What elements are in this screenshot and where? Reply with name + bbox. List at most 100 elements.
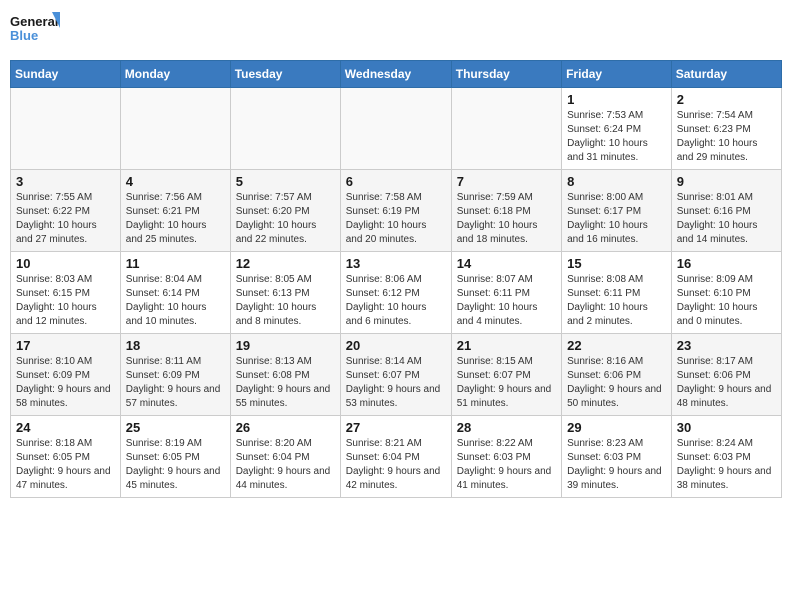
calendar-cell: 24 Sunrise: 8:18 AM Sunset: 6:05 PM Dayli… <box>11 416 121 498</box>
day-info: Sunrise: 8:04 AM Sunset: 6:14 PM Dayligh… <box>126 273 225 329</box>
svg-text:General: General <box>10 14 58 29</box>
day-info: Sunrise: 8:10 AM Sunset: 6:09 PM Dayligh… <box>16 355 115 411</box>
day-number: 21 <box>457 338 556 353</box>
day-number: 29 <box>567 420 666 435</box>
day-info: Sunrise: 8:19 AM Sunset: 6:05 PM Dayligh… <box>126 437 225 493</box>
day-number: 19 <box>236 338 335 353</box>
day-info: Sunrise: 8:21 AM Sunset: 6:04 PM Dayligh… <box>346 437 446 493</box>
day-info: Sunrise: 8:18 AM Sunset: 6:05 PM Dayligh… <box>16 437 115 493</box>
day-number: 12 <box>236 256 335 271</box>
day-info: Sunrise: 8:24 AM Sunset: 6:03 PM Dayligh… <box>677 437 776 493</box>
calendar-cell: 5 Sunrise: 7:57 AM Sunset: 6:20 PM Daylig… <box>230 170 340 252</box>
calendar-cell: 9Sunrise: 8:01 AM Sunset: 6:16 PM Daylig… <box>671 170 781 252</box>
svg-text:Blue: Blue <box>10 28 38 43</box>
day-info: Sunrise: 7:59 AM Sunset: 6:18 PM Dayligh… <box>457 191 556 247</box>
week-row-0: 1 Sunrise: 7:53 AM Sunset: 6:24 PM Daylig… <box>11 88 782 170</box>
day-number: 18 <box>126 338 225 353</box>
day-number: 20 <box>346 338 446 353</box>
day-number: 24 <box>16 420 115 435</box>
week-row-4: 24 Sunrise: 8:18 AM Sunset: 6:05 PM Dayli… <box>11 416 782 498</box>
calendar-cell <box>120 88 230 170</box>
calendar-cell: 1 Sunrise: 7:53 AM Sunset: 6:24 PM Daylig… <box>562 88 672 170</box>
calendar-cell: 12 Sunrise: 8:05 AM Sunset: 6:13 PM Dayli… <box>230 252 340 334</box>
calendar-cell: 27 Sunrise: 8:21 AM Sunset: 6:04 PM Dayli… <box>340 416 451 498</box>
calendar-cell: 22 Sunrise: 8:16 AM Sunset: 6:06 PM Dayli… <box>562 334 672 416</box>
day-number: 22 <box>567 338 666 353</box>
weekday-header-row: SundayMondayTuesdayWednesdayThursdayFrid… <box>11 61 782 88</box>
day-number: 30 <box>677 420 776 435</box>
day-number: 8 <box>567 174 666 189</box>
day-info: Sunrise: 8:23 AM Sunset: 6:03 PM Dayligh… <box>567 437 666 493</box>
day-number: 13 <box>346 256 446 271</box>
logo: General Blue <box>10 10 60 52</box>
weekday-header-sunday: Sunday <box>11 61 121 88</box>
day-info: Sunrise: 8:17 AM Sunset: 6:06 PM Dayligh… <box>677 355 776 411</box>
day-info: Sunrise: 7:54 AM Sunset: 6:23 PM Dayligh… <box>677 109 776 165</box>
week-row-3: 17 Sunrise: 8:10 AM Sunset: 6:09 PM Dayli… <box>11 334 782 416</box>
calendar-cell: 19 Sunrise: 8:13 AM Sunset: 6:08 PM Dayli… <box>230 334 340 416</box>
calendar-cell: 4 Sunrise: 7:56 AM Sunset: 6:21 PM Daylig… <box>120 170 230 252</box>
day-number: 27 <box>346 420 446 435</box>
day-info: Sunrise: 8:07 AM Sunset: 6:11 PM Dayligh… <box>457 273 556 329</box>
week-row-1: 3 Sunrise: 7:55 AM Sunset: 6:22 PM Daylig… <box>11 170 782 252</box>
calendar-cell: 2Sunrise: 7:54 AM Sunset: 6:23 PM Daylig… <box>671 88 781 170</box>
calendar-cell: 8 Sunrise: 8:00 AM Sunset: 6:17 PM Daylig… <box>562 170 672 252</box>
day-info: Sunrise: 8:06 AM Sunset: 6:12 PM Dayligh… <box>346 273 446 329</box>
day-info: Sunrise: 8:16 AM Sunset: 6:06 PM Dayligh… <box>567 355 666 411</box>
day-number: 15 <box>567 256 666 271</box>
weekday-header-friday: Friday <box>562 61 672 88</box>
day-number: 17 <box>16 338 115 353</box>
day-info: Sunrise: 7:55 AM Sunset: 6:22 PM Dayligh… <box>16 191 115 247</box>
day-number: 4 <box>126 174 225 189</box>
calendar-cell: 14Sunrise: 8:07 AM Sunset: 6:11 PM Dayli… <box>451 252 561 334</box>
calendar-cell: 18 Sunrise: 8:11 AM Sunset: 6:09 PM Dayli… <box>120 334 230 416</box>
calendar-cell: 25 Sunrise: 8:19 AM Sunset: 6:05 PM Dayli… <box>120 416 230 498</box>
day-number: 28 <box>457 420 556 435</box>
calendar-cell: 16 Sunrise: 8:09 AM Sunset: 6:10 PM Dayli… <box>671 252 781 334</box>
day-number: 26 <box>236 420 335 435</box>
calendar-cell: 28 Sunrise: 8:22 AM Sunset: 6:03 PM Dayli… <box>451 416 561 498</box>
day-info: Sunrise: 8:09 AM Sunset: 6:10 PM Dayligh… <box>677 273 776 329</box>
day-info: Sunrise: 7:58 AM Sunset: 6:19 PM Dayligh… <box>346 191 446 247</box>
day-number: 25 <box>126 420 225 435</box>
calendar-cell: 29 Sunrise: 8:23 AM Sunset: 6:03 PM Dayli… <box>562 416 672 498</box>
weekday-header-saturday: Saturday <box>671 61 781 88</box>
calendar-cell: 6Sunrise: 7:58 AM Sunset: 6:19 PM Daylig… <box>340 170 451 252</box>
weekday-header-thursday: Thursday <box>451 61 561 88</box>
calendar-cell: 30 Sunrise: 8:24 AM Sunset: 6:03 PM Dayli… <box>671 416 781 498</box>
day-number: 7 <box>457 174 556 189</box>
day-number: 16 <box>677 256 776 271</box>
calendar-cell: 20 Sunrise: 8:14 AM Sunset: 6:07 PM Dayli… <box>340 334 451 416</box>
weekday-header-tuesday: Tuesday <box>230 61 340 88</box>
day-info: Sunrise: 8:20 AM Sunset: 6:04 PM Dayligh… <box>236 437 335 493</box>
day-info: Sunrise: 8:03 AM Sunset: 6:15 PM Dayligh… <box>16 273 115 329</box>
week-row-2: 10Sunrise: 8:03 AM Sunset: 6:15 PM Dayli… <box>11 252 782 334</box>
day-info: Sunrise: 8:00 AM Sunset: 6:17 PM Dayligh… <box>567 191 666 247</box>
day-info: Sunrise: 8:05 AM Sunset: 6:13 PM Dayligh… <box>236 273 335 329</box>
logo-svg: General Blue <box>10 10 60 52</box>
day-number: 5 <box>236 174 335 189</box>
day-info: Sunrise: 8:08 AM Sunset: 6:11 PM Dayligh… <box>567 273 666 329</box>
calendar-cell: 10Sunrise: 8:03 AM Sunset: 6:15 PM Dayli… <box>11 252 121 334</box>
calendar-table: SundayMondayTuesdayWednesdayThursdayFrid… <box>10 60 782 498</box>
day-info: Sunrise: 8:01 AM Sunset: 6:16 PM Dayligh… <box>677 191 776 247</box>
calendar-cell: 3 Sunrise: 7:55 AM Sunset: 6:22 PM Daylig… <box>11 170 121 252</box>
day-number: 3 <box>16 174 115 189</box>
day-info: Sunrise: 7:56 AM Sunset: 6:21 PM Dayligh… <box>126 191 225 247</box>
day-info: Sunrise: 8:13 AM Sunset: 6:08 PM Dayligh… <box>236 355 335 411</box>
calendar-cell <box>340 88 451 170</box>
page-header: General Blue <box>10 10 782 52</box>
day-info: Sunrise: 8:14 AM Sunset: 6:07 PM Dayligh… <box>346 355 446 411</box>
weekday-header-wednesday: Wednesday <box>340 61 451 88</box>
calendar-cell: 7 Sunrise: 7:59 AM Sunset: 6:18 PM Daylig… <box>451 170 561 252</box>
day-number: 11 <box>126 256 225 271</box>
day-info: Sunrise: 8:11 AM Sunset: 6:09 PM Dayligh… <box>126 355 225 411</box>
calendar-cell: 15 Sunrise: 8:08 AM Sunset: 6:11 PM Dayli… <box>562 252 672 334</box>
day-number: 1 <box>567 92 666 107</box>
day-info: Sunrise: 8:22 AM Sunset: 6:03 PM Dayligh… <box>457 437 556 493</box>
day-info: Sunrise: 7:53 AM Sunset: 6:24 PM Dayligh… <box>567 109 666 165</box>
day-info: Sunrise: 8:15 AM Sunset: 6:07 PM Dayligh… <box>457 355 556 411</box>
calendar-cell: 13 Sunrise: 8:06 AM Sunset: 6:12 PM Dayli… <box>340 252 451 334</box>
day-info: Sunrise: 7:57 AM Sunset: 6:20 PM Dayligh… <box>236 191 335 247</box>
calendar-cell: 11 Sunrise: 8:04 AM Sunset: 6:14 PM Dayli… <box>120 252 230 334</box>
